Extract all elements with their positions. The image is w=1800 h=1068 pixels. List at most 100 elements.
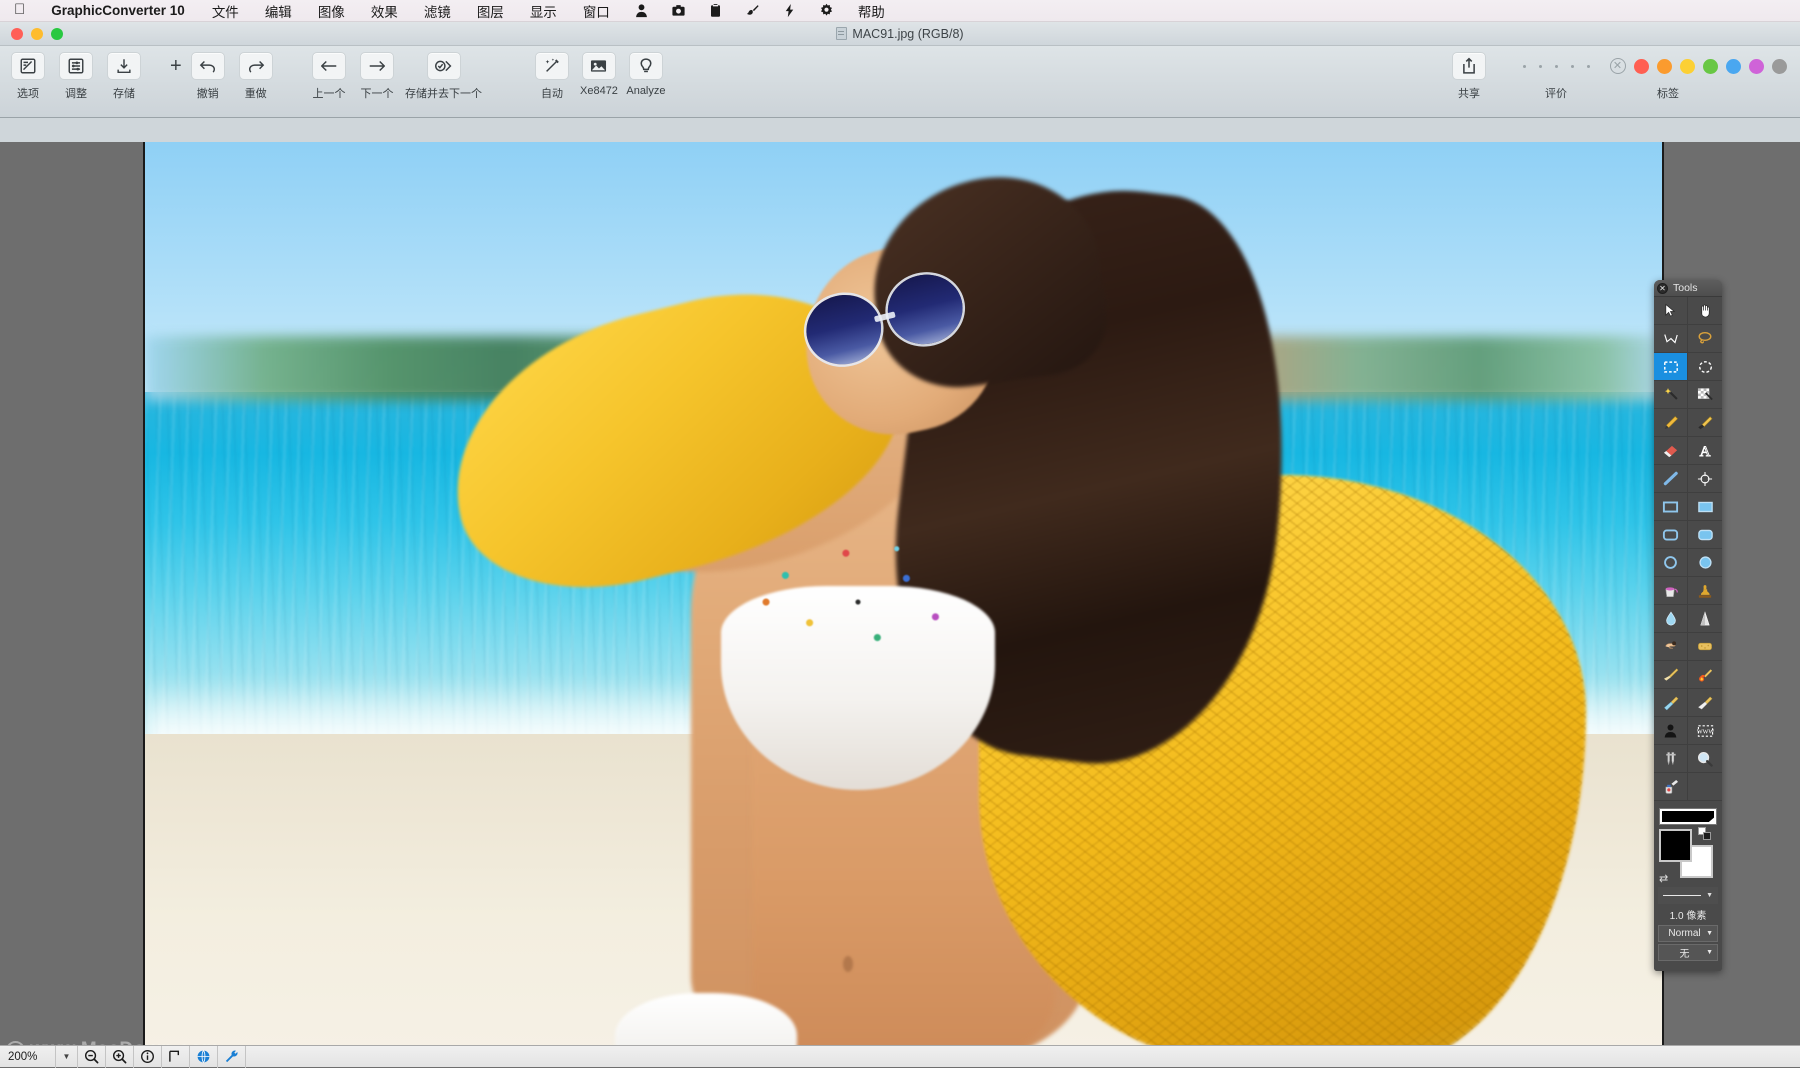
menu-item-window[interactable]: 窗口 xyxy=(570,1,623,21)
swap-colors-icon[interactable]: ⇄ xyxy=(1659,872,1668,885)
paint-bucket-tool[interactable] xyxy=(1654,577,1688,605)
add-icon[interactable]: + xyxy=(170,52,182,80)
rectangle-filled-tool[interactable] xyxy=(1688,493,1722,521)
blur-drop-tool[interactable] xyxy=(1654,605,1688,633)
face-detect-tool[interactable] xyxy=(1654,717,1688,745)
app-name-menu[interactable]: GraphicConverter 10 xyxy=(37,3,199,18)
menu-item-filters[interactable]: 滤镜 xyxy=(411,1,464,21)
previous-button[interactable]: 上一个 xyxy=(309,52,349,101)
tools-palette[interactable]: ✕ Tools A WWW ⇄ ▼ 1.0 像素 Normal ▼ 无 ▼ xyxy=(1654,280,1722,971)
crop-button[interactable] xyxy=(162,1045,190,1068)
pattern-select[interactable]: 无 ▼ xyxy=(1658,944,1718,961)
rating-dot-5[interactable] xyxy=(1586,64,1590,68)
undo-button[interactable]: 撤销 xyxy=(188,52,228,101)
text-tool[interactable]: A xyxy=(1688,437,1722,465)
measure-tool[interactable] xyxy=(1654,745,1688,773)
redo-button[interactable]: 重做 xyxy=(236,52,276,101)
close-icon[interactable]: ✕ xyxy=(1657,282,1668,294)
menu-item-help[interactable]: 帮助 xyxy=(845,1,898,21)
gear-icon[interactable] xyxy=(808,3,845,18)
hand-tool[interactable] xyxy=(1688,297,1722,325)
eyedropper-tool[interactable] xyxy=(1654,689,1688,717)
preferences-button[interactable] xyxy=(218,1045,246,1068)
next-button[interactable]: 下一个 xyxy=(357,52,397,101)
tag-purple[interactable] xyxy=(1748,58,1764,74)
auto-button[interactable]: 自动 xyxy=(532,52,572,101)
sponge-tool[interactable] xyxy=(1688,633,1722,661)
lasso-tool[interactable] xyxy=(1688,325,1722,353)
watermark-tool[interactable]: WWW xyxy=(1688,717,1722,745)
arrow-select-tool[interactable] xyxy=(1654,297,1688,325)
zoom-level[interactable]: 200% xyxy=(0,1045,56,1068)
line-preview[interactable] xyxy=(1659,808,1717,825)
info-button[interactable] xyxy=(134,1045,162,1068)
rating-dot-3[interactable] xyxy=(1554,64,1558,68)
menu-item-file[interactable]: 文件 xyxy=(199,1,252,21)
chevron-down-icon[interactable]: ▼ xyxy=(1706,892,1713,899)
line-width-field[interactable]: 1.0 像素 xyxy=(1658,906,1718,923)
chevron-down-icon[interactable]: ▼ xyxy=(1706,949,1713,956)
person-icon[interactable] xyxy=(623,3,660,18)
tag-gray[interactable] xyxy=(1771,58,1787,74)
blend-mode-select[interactable]: Normal ▼ xyxy=(1658,925,1718,942)
brush-icon[interactable] xyxy=(734,3,771,18)
menu-item-edit[interactable]: 编辑 xyxy=(252,1,305,21)
adjust-button[interactable]: 调整 xyxy=(56,52,96,101)
tag-red[interactable] xyxy=(1633,58,1649,74)
no-tag-icon[interactable]: ✕ xyxy=(1609,58,1626,74)
canvas-area[interactable]: M www.MacDown.com ✕ Tools A xyxy=(0,142,1800,1067)
browser-button[interactable] xyxy=(190,1045,218,1068)
rectangular-marquee-tool[interactable] xyxy=(1654,353,1688,381)
eraser-tool[interactable] xyxy=(1654,437,1688,465)
zoom-in-button[interactable] xyxy=(106,1045,134,1068)
rating-dot-4[interactable] xyxy=(1570,64,1574,68)
ellipse-filled-tool[interactable] xyxy=(1688,549,1722,577)
stamp-tool[interactable] xyxy=(1688,577,1722,605)
rating-dot-2[interactable] xyxy=(1538,64,1542,68)
rectangle-outline-tool[interactable] xyxy=(1654,493,1688,521)
share-button[interactable]: 共享 xyxy=(1449,52,1489,101)
tag-swatches[interactable]: ✕ xyxy=(1604,52,1792,80)
rating-control[interactable]: 评价 xyxy=(1512,52,1600,101)
save-and-next-button[interactable]: 存储并去下一个 xyxy=(405,52,482,101)
menu-item-layers[interactable]: 图层 xyxy=(464,1,517,21)
rounded-rect-filled-tool[interactable] xyxy=(1688,521,1722,549)
tag-yellow[interactable] xyxy=(1679,58,1695,74)
menu-item-effects[interactable]: 效果 xyxy=(358,1,411,21)
rounded-rect-outline-tool[interactable] xyxy=(1654,521,1688,549)
elliptical-marquee-tool[interactable] xyxy=(1688,353,1722,381)
paintbrush-tool[interactable] xyxy=(1688,409,1722,437)
camera-icon[interactable] xyxy=(660,3,697,18)
dodge-brush-tool[interactable] xyxy=(1654,661,1688,689)
zoom-out-button[interactable] xyxy=(78,1045,106,1068)
line-style-selector[interactable]: ▼ xyxy=(1658,887,1718,904)
tag-blue[interactable] xyxy=(1725,58,1741,74)
polygon-lasso-tool[interactable] xyxy=(1654,325,1688,353)
pencil-tool[interactable] xyxy=(1654,409,1688,437)
foreground-color-swatch[interactable] xyxy=(1659,829,1692,862)
ellipse-outline-tool[interactable] xyxy=(1654,549,1688,577)
crosshair-tool[interactable] xyxy=(1688,465,1722,493)
color-swatches[interactable]: ⇄ xyxy=(1659,827,1717,885)
menu-item-view[interactable]: 显示 xyxy=(517,1,570,21)
image-canvas[interactable] xyxy=(143,142,1664,1067)
sharpen-cone-tool[interactable] xyxy=(1688,605,1722,633)
save-button[interactable]: 存储 xyxy=(104,52,144,101)
lightning-icon[interactable] xyxy=(771,3,808,18)
default-colors-icon[interactable] xyxy=(1698,827,1711,840)
transparency-wand-tool[interactable] xyxy=(1688,381,1722,409)
ink-dropper-tool[interactable] xyxy=(1654,773,1688,801)
tag-green[interactable] xyxy=(1702,58,1718,74)
clipboard-icon[interactable] xyxy=(697,3,734,18)
tools-palette-header[interactable]: ✕ Tools xyxy=(1654,280,1722,297)
apple-menu-icon[interactable]:  xyxy=(8,2,37,19)
tag-orange[interactable] xyxy=(1656,58,1672,74)
analyze-button[interactable]: Analyze xyxy=(626,52,666,97)
chevron-down-icon[interactable]: ▼ xyxy=(1706,930,1713,937)
burn-tool[interactable] xyxy=(1688,661,1722,689)
rating-dot-1[interactable] xyxy=(1522,64,1526,68)
menu-item-image[interactable]: 图像 xyxy=(305,1,358,21)
tools-grid[interactable]: A WWW xyxy=(1654,297,1722,801)
magic-wand-tool[interactable] xyxy=(1654,381,1688,409)
tags-control[interactable]: ✕ 标签 xyxy=(1604,52,1792,101)
